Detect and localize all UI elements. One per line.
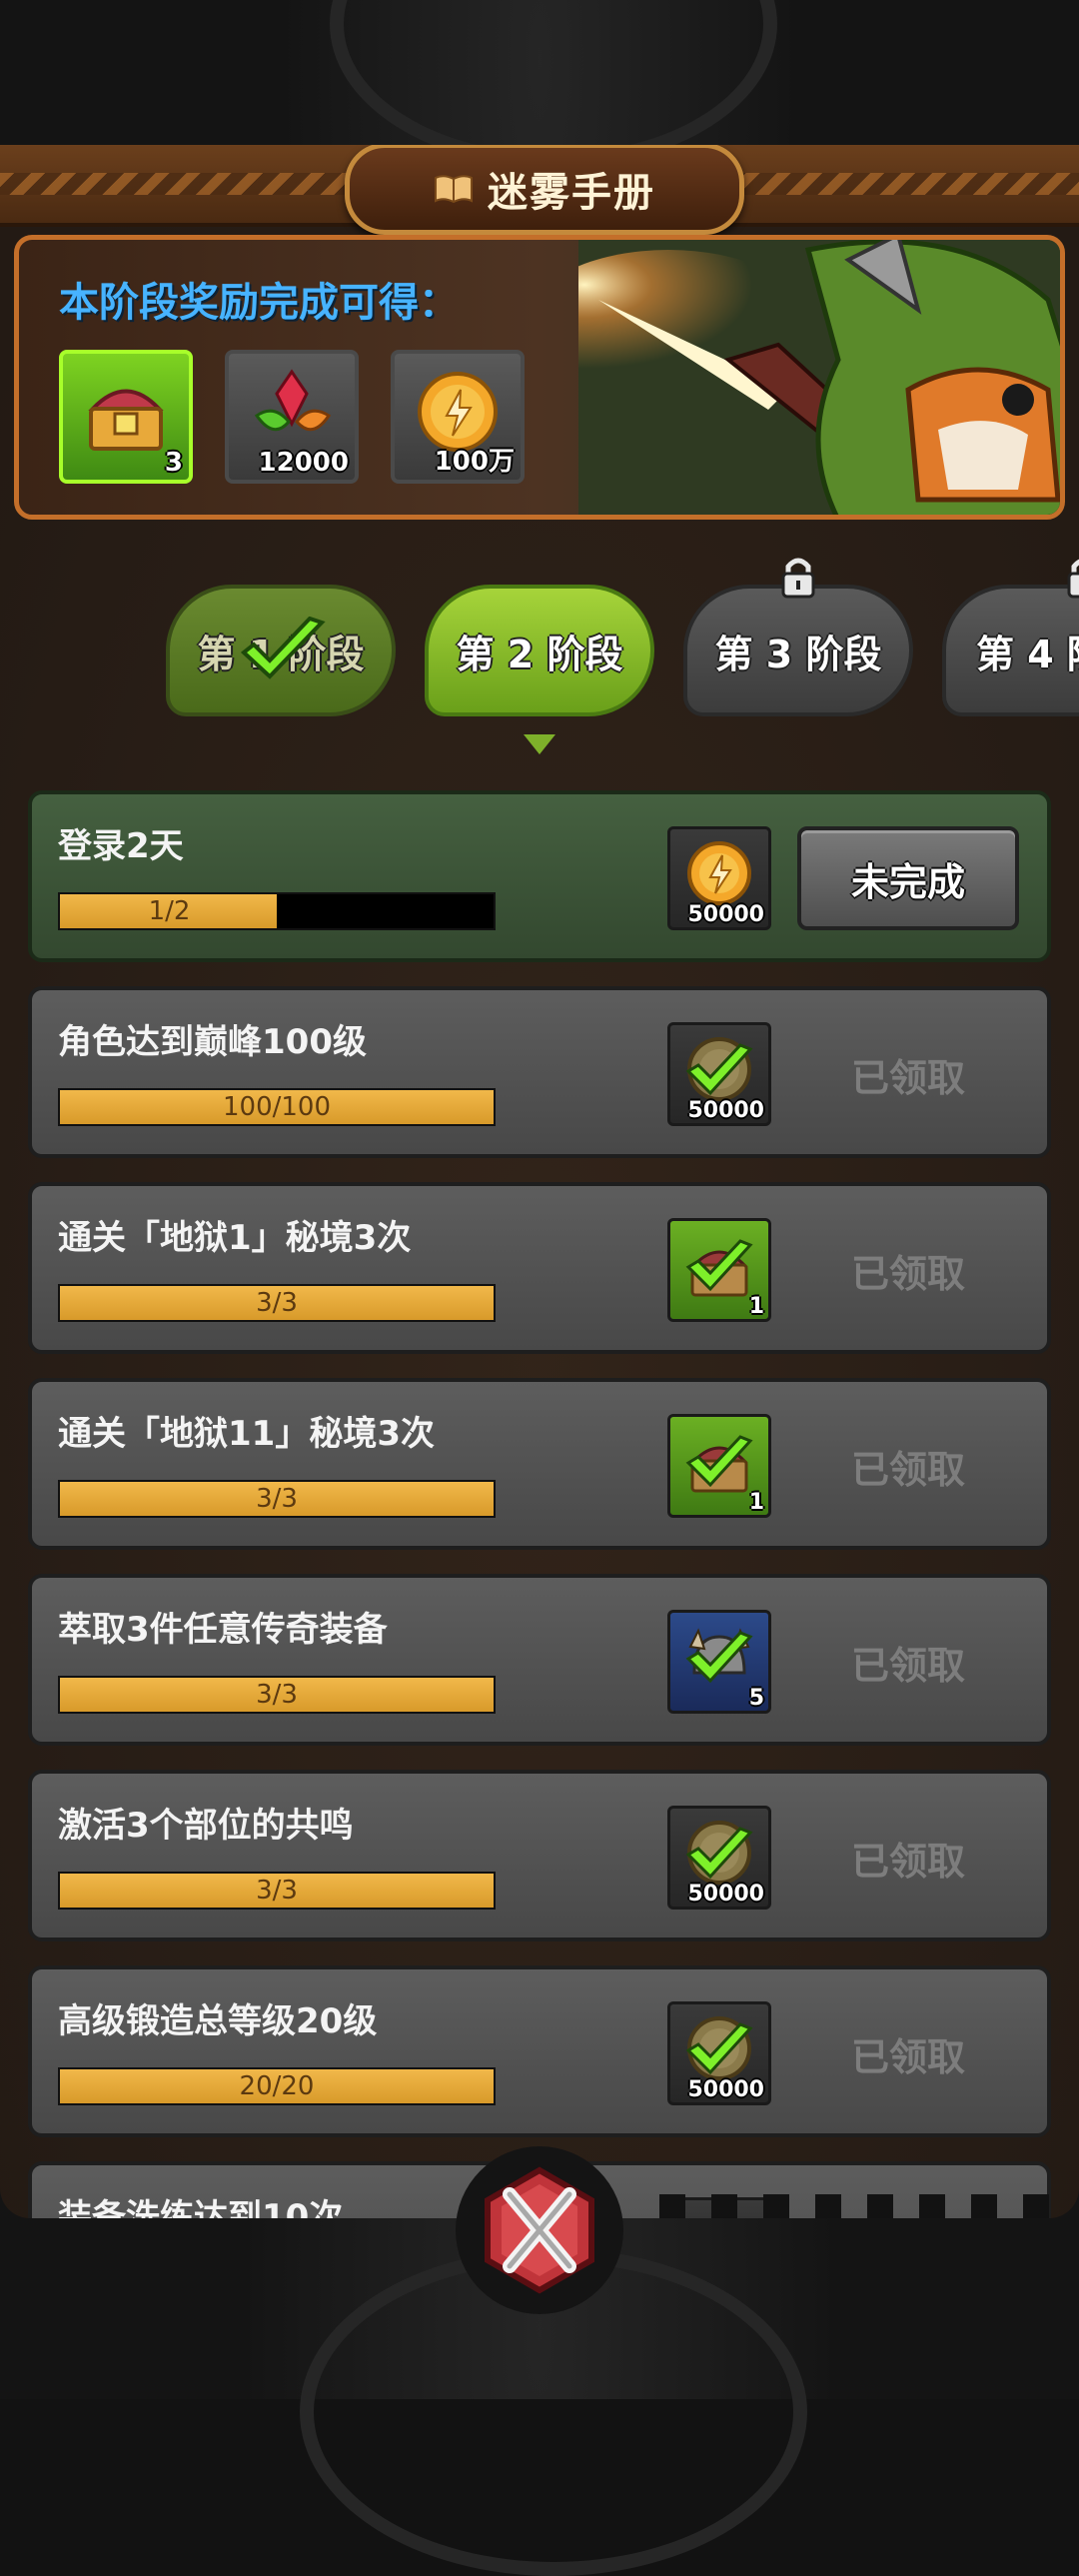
lock-icon <box>1067 559 1079 599</box>
task-row: 高级锻造总等级20级 20/20 50000 已领取 <box>28 1965 1051 2137</box>
tab-stage-1[interactable]: 第 1 阶段 <box>166 585 396 716</box>
lock-icon <box>781 558 815 599</box>
reward-qty: 50000 <box>687 902 764 927</box>
fog-handbook-panel: 迷雾手册 本阶段奖励完成可得： 3 12000 100万 第 阶段 第 2 阶段… <box>0 145 1079 2218</box>
task-reward-slot[interactable]: 50000 <box>667 826 771 930</box>
progress-text: 1/2 <box>148 896 191 926</box>
stage-tab-label: 第 2 阶段 <box>456 632 623 676</box>
reward-banner-title: 本阶段奖励完成可得： <box>59 280 459 326</box>
claimed-check-icon <box>685 1631 753 1684</box>
checkmark-icon <box>240 617 326 679</box>
hero-character-art <box>578 240 1060 515</box>
task-reward-slot: 5 <box>667 1610 771 1714</box>
task-reward-slot: 50000 <box>667 1806 771 1910</box>
task-title: 萃取3件任意传奇装备 <box>58 1610 388 1650</box>
task-status-label: 已领取 <box>850 1251 965 1296</box>
task-status-label: 已领取 <box>850 2034 965 2079</box>
reward-qty: 50000 <box>687 1882 764 1907</box>
task-title: 激活3个部位的共鸣 <box>58 1806 354 1846</box>
stage-tab-label: 第 4 阶段 <box>976 632 1079 676</box>
task-title: 通关「地狱11」秘境3次 <box>58 1414 435 1454</box>
task-progress-bar: 3/3 <box>58 1284 496 1322</box>
page-title: 迷雾手册 <box>488 170 655 216</box>
tab-stage-4[interactable]: 第 4 阶段 <box>942 559 1079 716</box>
task-progress-bar: 3/3 <box>58 1676 496 1714</box>
task-progress-bar: 1/2 <box>58 892 496 930</box>
active-tab-indicator <box>524 734 555 754</box>
task-row: 激活3个部位的共鸣 3/3 50000 已领取 <box>28 1770 1051 1941</box>
task-row: 通关「地狱1」秘境3次 3/3 1 已领取 <box>28 1182 1051 1354</box>
progress-text: 3/3 <box>256 1484 298 1514</box>
reward-qty: 5 <box>748 1686 764 1711</box>
task-progress-bar: 100/100 <box>58 1088 496 1126</box>
title-plaque: 迷雾手册 <box>345 145 744 235</box>
task-progress-bar: 3/3 <box>58 1480 496 1518</box>
close-icon[interactable] <box>454 2144 625 2316</box>
progress-text: 3/3 <box>256 1680 298 1710</box>
task-row: 登录2天 1/2 50000 未完成 <box>28 790 1051 962</box>
panel-bottom-edge <box>659 2194 1059 2218</box>
task-status-label: 已领取 <box>850 1839 965 1884</box>
stage-tab-label: 第 3 阶段 <box>714 632 882 676</box>
task-status-label: 已领取 <box>850 1643 965 1688</box>
task-title: 登录2天 <box>58 826 184 866</box>
task-status-label: 已领取 <box>850 1055 965 1100</box>
stage-reward-banner: 本阶段奖励完成可得： 3 12000 100万 <box>14 235 1065 520</box>
task-progress-bar: 20/20 <box>58 2067 496 2105</box>
task-reward-slot: 50000 <box>667 2001 771 2105</box>
reward-qty: 1 <box>748 1294 764 1319</box>
book-icon <box>434 174 474 204</box>
task-status-button[interactable]: 未完成 <box>797 826 1019 930</box>
task-reward-slot: 50000 <box>667 1022 771 1126</box>
reward-qty: 50000 <box>687 1098 764 1123</box>
progress-text: 100/100 <box>222 1092 331 1122</box>
progress-text: 3/3 <box>256 1288 298 1318</box>
task-status-label: 已领取 <box>850 1447 965 1492</box>
task-title: 通关「地狱1」秘境3次 <box>58 1218 412 1258</box>
task-reward-slot: 1 <box>667 1218 771 1322</box>
progress-text: 3/3 <box>256 1876 298 1906</box>
title-bar: 迷雾手册 <box>0 145 1079 235</box>
tab-stage-3[interactable]: 第 3 阶段 <box>683 558 913 716</box>
reward-qty: 50000 <box>687 2077 764 2102</box>
reward-item-qty: 3 <box>164 448 183 478</box>
task-row: 通关「地狱11」秘境3次 3/3 1 已领取 <box>28 1378 1051 1550</box>
task-title: 装备洗练达到10次 <box>58 2197 344 2218</box>
claimed-check-icon <box>685 1435 753 1488</box>
task-row: 角色达到巅峰100级 100/100 50000 已领取 <box>28 986 1051 1158</box>
progress-text: 20/20 <box>239 2071 315 2101</box>
task-reward-slot: 1 <box>667 1414 771 1518</box>
task-title: 角色达到巅峰100级 <box>58 1022 367 1062</box>
reward-item-gems[interactable]: 12000 <box>225 350 359 484</box>
task-row: 萃取3件任意传奇装备 3/3 5 已领取 <box>28 1574 1051 1746</box>
reward-item-gold[interactable]: 100万 <box>391 350 525 484</box>
reward-item-qty: 12000 <box>258 448 349 478</box>
reward-item-chest[interactable]: 3 <box>59 350 193 484</box>
reward-qty: 1 <box>748 1490 764 1515</box>
task-progress-bar: 3/3 <box>58 1872 496 1910</box>
tab-stage-2[interactable]: 第 2 阶段 <box>425 585 654 716</box>
task-title: 高级锻造总等级20级 <box>58 2001 378 2041</box>
reward-item-qty: 100万 <box>434 447 515 477</box>
claimed-check-icon <box>685 1239 753 1292</box>
